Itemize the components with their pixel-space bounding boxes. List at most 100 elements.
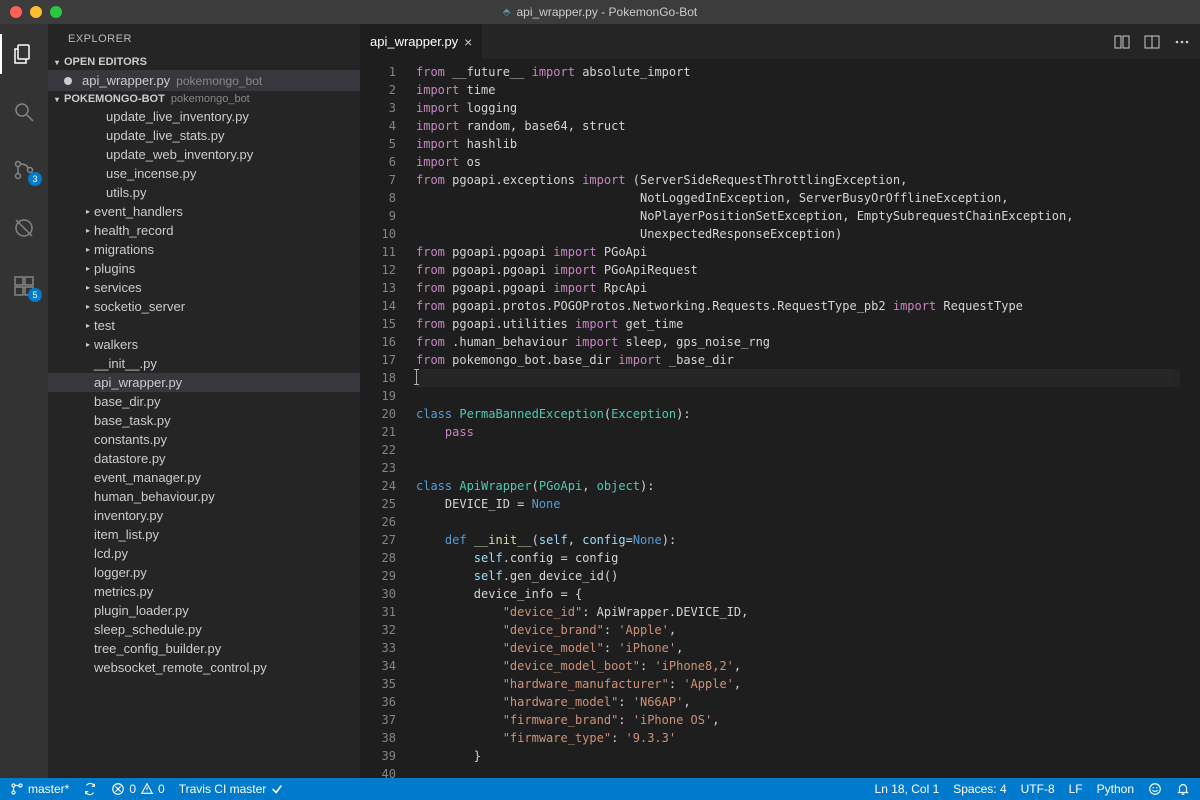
folder-item[interactable]: ▸walkers [48,335,360,354]
close-tab-icon[interactable]: × [464,34,472,50]
code-line[interactable]: self.gen_device_id() [416,567,1180,585]
file-item[interactable]: __init__.py [48,354,360,373]
file-item[interactable]: event_manager.py [48,468,360,487]
file-item[interactable]: constants.py [48,430,360,449]
code-line[interactable]: import os [416,153,1180,171]
code-line[interactable]: "device_brand": 'Apple', [416,621,1180,639]
file-item[interactable]: utils.py [48,183,360,202]
code-line[interactable]: } [416,747,1180,765]
code-line[interactable]: UnexpectedResponseException) [416,225,1180,243]
editor-body[interactable]: 1234567891011121314151617181920212223242… [360,59,1200,778]
folder-item[interactable]: ▸socketio_server [48,297,360,316]
folder-item[interactable]: ▸plugins [48,259,360,278]
search-activity[interactable] [0,92,48,132]
feedback-button[interactable] [1148,782,1162,796]
file-item[interactable]: use_incense.py [48,164,360,183]
code-line[interactable]: class ApiWrapper(PGoApi, object): [416,477,1180,495]
code-line[interactable]: "hardware_model": 'N66AP', [416,693,1180,711]
code-line[interactable] [416,369,1180,387]
file-item[interactable]: metrics.py [48,582,360,601]
code-line[interactable]: DEVICE_ID = None [416,495,1180,513]
code-line[interactable] [416,765,1180,778]
code-content[interactable]: from __future__ import absolute_importim… [416,59,1180,778]
file-item[interactable]: websocket_remote_control.py [48,658,360,677]
file-item[interactable]: datastore.py [48,449,360,468]
code-line[interactable]: def __init__(self, config=None): [416,531,1180,549]
folder-item[interactable]: ▸test [48,316,360,335]
code-line[interactable]: "device_model_boot": 'iPhone8,2', [416,657,1180,675]
code-line[interactable]: import logging [416,99,1180,117]
open-editor-item[interactable]: api_wrapper.py pokemongo_bot [48,70,360,91]
file-item[interactable]: human_behaviour.py [48,487,360,506]
code-line[interactable]: from .human_behaviour import sleep, gps_… [416,333,1180,351]
code-line[interactable] [416,387,1180,405]
file-item[interactable]: base_dir.py [48,392,360,411]
file-item[interactable]: update_web_inventory.py [48,145,360,164]
code-line[interactable]: "device_id": ApiWrapper.DEVICE_ID, [416,603,1180,621]
close-window-button[interactable] [10,6,22,18]
file-item[interactable]: update_live_inventory.py [48,107,360,126]
cursor-position[interactable]: Ln 18, Col 1 [875,782,940,796]
code-line[interactable]: "firmware_type": '9.3.3' [416,729,1180,747]
indentation-status[interactable]: Spaces: 4 [953,782,1006,796]
file-item[interactable]: item_list.py [48,525,360,544]
notifications-button[interactable] [1176,782,1190,796]
more-icon[interactable] [1174,34,1190,50]
git-branch-status[interactable]: master* [10,782,69,796]
file-item[interactable]: sleep_schedule.py [48,620,360,639]
code-line[interactable]: from pgoapi.pgoapi import PGoApi [416,243,1180,261]
split-editor-icon[interactable] [1144,34,1160,50]
maximize-window-button[interactable] [50,6,62,18]
open-editors-header[interactable]: ▾ OPEN EDITORS [48,54,360,70]
code-line[interactable]: from pgoapi.pgoapi import PGoApiRequest [416,261,1180,279]
file-item[interactable]: api_wrapper.py [48,373,360,392]
code-line[interactable]: from pgoapi.pgoapi import RpcApi [416,279,1180,297]
folder-item[interactable]: ▸migrations [48,240,360,259]
code-line[interactable]: from __future__ import absolute_import [416,63,1180,81]
extensions-activity[interactable]: 5 [0,266,48,306]
eol-status[interactable]: LF [1069,782,1083,796]
language-status[interactable]: Python [1097,782,1134,796]
file-item[interactable]: plugin_loader.py [48,601,360,620]
code-line[interactable]: import hashlib [416,135,1180,153]
file-item[interactable]: base_task.py [48,411,360,430]
ci-status[interactable]: Travis CI master [179,782,285,796]
project-header[interactable]: ▾ POKEMONGO-BOT pokemongo_bot [48,91,360,107]
file-item[interactable]: update_live_stats.py [48,126,360,145]
code-line[interactable] [416,441,1180,459]
sync-status[interactable] [83,782,97,796]
file-item[interactable]: inventory.py [48,506,360,525]
editor-tab-api-wrapper[interactable]: api_wrapper.py × [360,24,483,59]
code-line[interactable]: class PermaBannedException(Exception): [416,405,1180,423]
code-line[interactable]: self.config = config [416,549,1180,567]
folder-item[interactable]: ▸health_record [48,221,360,240]
file-item[interactable]: lcd.py [48,544,360,563]
minimap[interactable] [1180,59,1200,778]
compare-changes-icon[interactable] [1114,34,1130,50]
folder-item[interactable]: ▸event_handlers [48,202,360,221]
code-line[interactable]: pass [416,423,1180,441]
code-line[interactable] [416,513,1180,531]
code-line[interactable] [416,459,1180,477]
code-line[interactable]: NoPlayerPositionSetException, EmptySubre… [416,207,1180,225]
file-tree[interactable]: update_live_inventory.pyupdate_live_stat… [48,107,360,778]
encoding-status[interactable]: UTF-8 [1021,782,1055,796]
folder-item[interactable]: ▸services [48,278,360,297]
code-line[interactable]: from pgoapi.utilities import get_time [416,315,1180,333]
debug-activity[interactable] [0,208,48,248]
file-item[interactable]: logger.py [48,563,360,582]
file-item[interactable]: tree_config_builder.py [48,639,360,658]
code-line[interactable]: NotLoggedInException, ServerBusyOrOfflin… [416,189,1180,207]
code-line[interactable]: from pgoapi.protos.POGOProtos.Networking… [416,297,1180,315]
minimize-window-button[interactable] [30,6,42,18]
problems-status[interactable]: 0 0 [111,782,164,796]
code-line[interactable]: import time [416,81,1180,99]
code-line[interactable]: "device_model": 'iPhone', [416,639,1180,657]
code-line[interactable]: "firmware_brand": 'iPhone OS', [416,711,1180,729]
scm-activity[interactable]: 3 [0,150,48,190]
code-line[interactable]: from pokemongo_bot.base_dir import _base… [416,351,1180,369]
explorer-activity[interactable] [0,34,48,74]
code-line[interactable]: import random, base64, struct [416,117,1180,135]
code-line[interactable]: from pgoapi.exceptions import (ServerSid… [416,171,1180,189]
code-line[interactable]: "hardware_manufacturer": 'Apple', [416,675,1180,693]
